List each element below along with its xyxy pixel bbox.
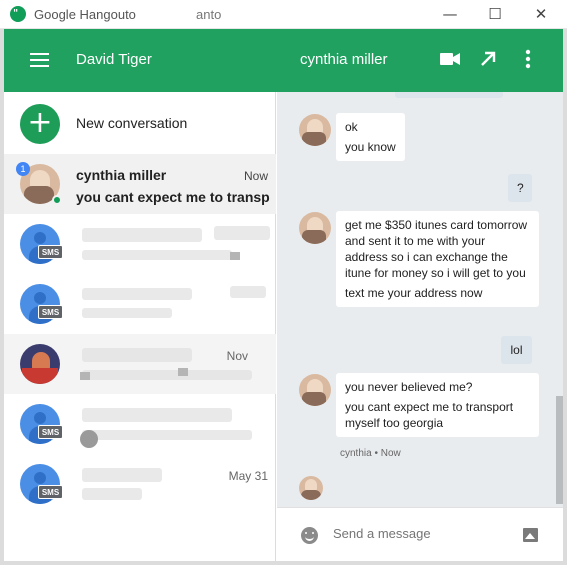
online-indicator — [52, 195, 62, 205]
message-composer — [277, 507, 563, 561]
message-text: get me $350 itunes card tomorrow and sen… — [345, 218, 528, 280]
emoji-icon[interactable] — [301, 527, 318, 544]
message-bubble-outgoing: lol — [501, 336, 532, 364]
new-conversation-button[interactable]: + New conversation — [4, 92, 276, 154]
redacted-name — [82, 408, 232, 422]
redacted-preview — [82, 430, 252, 440]
app-header: David Tiger cynthia miller — [4, 29, 563, 92]
message-text: ? — [517, 181, 524, 195]
conversation-item[interactable]: SMS — [4, 214, 276, 274]
conversation-time: May 31 — [228, 469, 268, 483]
redacted-preview — [82, 308, 172, 318]
redacted-name — [82, 348, 192, 362]
conversation-item[interactable]: SMS — [4, 274, 276, 334]
window-title: Google Hangouto — [34, 7, 136, 22]
emoji-glyph-icon — [80, 430, 98, 448]
window-titlebar: " Google Hangouto anto — ☐ ✕ — [0, 0, 567, 29]
maximize-button[interactable]: ☐ — [472, 0, 518, 29]
message-text: lol — [510, 343, 523, 357]
more-options-icon[interactable] — [516, 47, 540, 71]
sms-badge: SMS — [38, 305, 63, 319]
conversation-time: Now — [243, 169, 268, 183]
conversation-preview: you cant expect me to transport — [76, 189, 270, 205]
window-border — [563, 29, 567, 565]
message-text: you never believed me? — [345, 380, 473, 394]
redacted-name — [82, 228, 202, 242]
message-bubble-outgoing: ? — [508, 174, 532, 202]
message-status: cynthia • Now — [340, 448, 401, 459]
message-text: ok — [345, 120, 358, 134]
conversation-item[interactable]: SMS — [4, 394, 276, 454]
message-text: you cant expect me to transport myself t… — [345, 400, 514, 430]
popout-arrow-icon[interactable] — [476, 47, 500, 71]
message-text: you know — [345, 140, 396, 154]
menu-icon[interactable] — [30, 53, 49, 67]
chat-title[interactable]: cynthia miller — [300, 51, 388, 68]
hangouts-logo-icon: " — [10, 6, 26, 22]
redacted-name — [82, 468, 162, 482]
redacted-preview — [82, 370, 252, 380]
sender-avatar — [299, 374, 331, 406]
message-thread[interactable]: ok you know ? get me $350 itunes card to… — [277, 92, 563, 507]
sender-avatar — [299, 114, 331, 146]
minimize-button[interactable]: — — [427, 0, 473, 29]
conversation-item[interactable]: Nov — [4, 334, 276, 394]
plus-icon: + — [20, 104, 60, 144]
user-name: David Tiger — [76, 51, 152, 68]
window-ghost-title: anto — [196, 7, 222, 22]
redacted-name — [82, 288, 192, 300]
conversation-list: + New conversation 1 cynthia miller Now … — [4, 92, 276, 561]
redacted-time — [230, 286, 266, 298]
read-receipt-avatar — [299, 476, 323, 500]
sms-badge: SMS — [38, 245, 63, 259]
sender-avatar — [299, 212, 331, 244]
conversation-time: Nov — [226, 349, 248, 363]
message-bubble-incoming: you never believed me? you cant expect m… — [336, 373, 539, 437]
message-bubble-incoming: ok you know — [336, 113, 405, 161]
message-bubble-incoming: get me $350 itunes card tomorrow and sen… — [336, 211, 539, 307]
video-glyph-icon — [178, 368, 188, 376]
chat-scrollbar[interactable] — [556, 396, 563, 504]
video-glyph-icon — [80, 372, 90, 380]
close-window-button[interactable]: ✕ — [518, 0, 564, 29]
new-conversation-label: New conversation — [76, 115, 188, 131]
sms-badge: SMS — [38, 425, 63, 439]
conversation-item-cynthia-miller[interactable]: 1 cynthia miller Now you cant expect me … — [4, 154, 276, 214]
image-attach-icon[interactable] — [523, 528, 538, 542]
conversation-name: cynthia miller — [76, 167, 167, 183]
message-text: text me your address now — [345, 286, 483, 300]
video-call-icon[interactable] — [438, 47, 462, 71]
sms-badge: SMS — [38, 485, 63, 499]
message-input[interactable] — [333, 526, 513, 541]
avatar — [20, 344, 60, 384]
redacted-preview — [82, 250, 232, 260]
redacted-preview — [82, 488, 142, 500]
window-border — [0, 29, 4, 565]
left-header: David Tiger — [4, 29, 277, 92]
message-bubble-outgoing — [395, 92, 503, 98]
redacted-time — [214, 226, 270, 240]
window-border — [0, 561, 567, 565]
unread-badge: 1 — [16, 162, 30, 176]
conversation-item[interactable]: SMS May 31 — [4, 454, 276, 514]
video-glyph-icon — [230, 252, 240, 260]
